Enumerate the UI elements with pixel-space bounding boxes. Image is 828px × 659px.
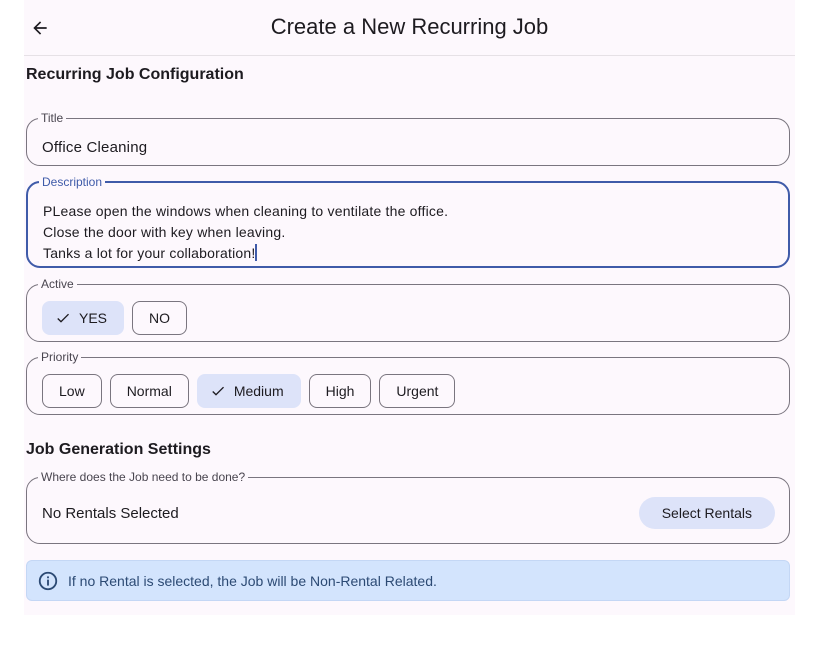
priority-chip-medium[interactable]: Medium (196, 374, 301, 408)
info-icon (37, 570, 59, 592)
chip-label: Urgent (396, 383, 439, 399)
selected-rentals-value: No Rentals Selected (42, 505, 179, 522)
description-line: Close the door with key when leaving. (43, 224, 286, 240)
title-input-value[interactable]: Office Cleaning (42, 139, 147, 156)
info-message: If no Rental is selected, the Job will b… (68, 572, 437, 589)
description-textarea[interactable]: PLease open the windows when cleaning to… (43, 201, 448, 264)
select-rentals-button[interactable]: Select Rentals (638, 497, 775, 529)
title-field-label: Title (41, 111, 64, 125)
description-line: PLease open the windows when cleaning to… (43, 203, 449, 219)
page-title: Create a New Recurring Job (270, 14, 549, 39)
check-icon (210, 383, 226, 399)
page-panel: Create a New Recurring Job Recurring Job… (24, 0, 795, 615)
section-title-generation: Job Generation Settings (26, 441, 211, 458)
priority-chip-urgent[interactable]: Urgent (379, 374, 456, 408)
text-caret (255, 244, 257, 261)
location-field-label: Where does the Job need to be done? (41, 470, 246, 484)
check-icon (55, 310, 71, 326)
priority-field: Priority Low Normal Medium High Urgent (26, 351, 790, 415)
priority-chip-high[interactable]: High (308, 374, 372, 408)
chip-label: YES (79, 310, 108, 326)
priority-chip-normal[interactable]: Normal (109, 374, 189, 408)
section-title-configuration: Recurring Job Configuration (26, 66, 244, 83)
location-field: Where does the Job need to be done? No R… (26, 471, 790, 544)
chip-label: Medium (233, 383, 284, 399)
active-field-label: Active (41, 277, 74, 291)
active-field: Active YES NO (26, 278, 790, 342)
title-field[interactable]: Title Office Cleaning (26, 112, 790, 166)
app-bar: Create a New Recurring Job (24, 0, 795, 56)
description-line: Tanks a lot for your collaboration! (43, 245, 256, 261)
chip-label: Low (59, 383, 85, 399)
chip-label: Normal (126, 383, 172, 399)
priority-chip-low[interactable]: Low (42, 374, 102, 408)
chip-label: High (325, 383, 355, 399)
description-field[interactable]: Description PLease open the windows when… (26, 176, 790, 268)
info-banner: If no Rental is selected, the Job will b… (26, 560, 790, 601)
priority-chip-group: Low Normal Medium High Urgent (42, 374, 456, 408)
description-field-label: Description (42, 175, 103, 189)
chip-label: NO (149, 310, 171, 326)
active-chip-no[interactable]: NO (132, 301, 188, 335)
active-chip-yes[interactable]: YES (42, 301, 125, 335)
active-chip-group: YES NO (42, 301, 188, 335)
priority-field-label: Priority (41, 350, 79, 364)
